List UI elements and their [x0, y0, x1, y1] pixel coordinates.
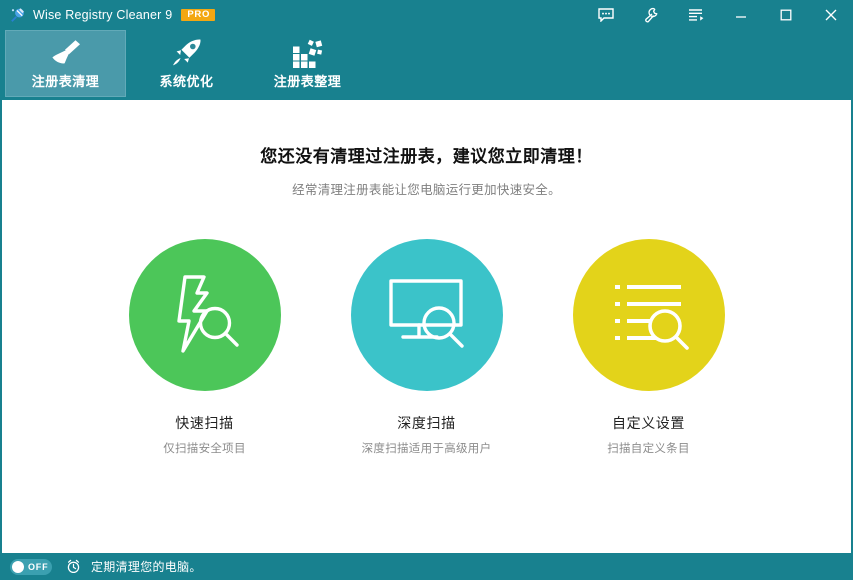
- scan-options: 快速扫描 仅扫描安全项目 深度扫描 深度扫描适用于高级用户 自定义设置 扫描自定…: [2, 239, 851, 456]
- deep-scan-label: 深度扫描: [397, 415, 456, 431]
- deep-scan-button[interactable]: [350, 239, 503, 391]
- status-text: 定期清理您的电脑。: [91, 560, 202, 574]
- tab-label: 系统优化: [159, 73, 214, 89]
- schedule-toggle[interactable]: OFF: [10, 558, 52, 575]
- minimize-icon[interactable]: [718, 0, 763, 30]
- quick-scan-option[interactable]: 快速扫描 仅扫描安全项目: [128, 239, 281, 456]
- window-controls: [583, 0, 853, 30]
- page-subheadline: 经常清理注册表能让您电脑运行更加快速安全。: [292, 183, 561, 197]
- wrench-icon[interactable]: [628, 0, 673, 30]
- maximize-icon[interactable]: [763, 0, 808, 30]
- window-title: Wise Registry Cleaner 9: [33, 8, 173, 22]
- tab-label: 注册表整理: [273, 73, 342, 89]
- lightning-search-icon: [159, 267, 251, 364]
- broom-icon: [46, 38, 86, 68]
- toggle-state-label: OFF: [28, 561, 49, 572]
- deep-scan-desc: 深度扫描适用于高级用户: [361, 443, 492, 455]
- deep-scan-option[interactable]: 深度扫描 深度扫描适用于高级用户: [350, 239, 503, 456]
- rocket-icon: [167, 38, 207, 68]
- custom-settings-label: 自定义设置: [612, 415, 685, 431]
- alarm-clock-icon: [66, 559, 81, 574]
- page-headline: 您还没有清理过注册表，建议您立即清理！: [260, 147, 593, 166]
- quick-scan-button[interactable]: [128, 239, 281, 391]
- application-window: Wise Registry Cleaner 9 PRO 注册表清理 系统优化 注…: [0, 0, 853, 580]
- list-search-icon: [603, 267, 695, 364]
- tab-registry-cleaner[interactable]: 注册表清理: [5, 30, 126, 97]
- pro-badge: PRO: [181, 8, 216, 22]
- tab-registry-defrag[interactable]: 注册表整理: [247, 30, 368, 97]
- close-icon[interactable]: [808, 0, 853, 30]
- quick-scan-desc: 仅扫描安全项目: [163, 443, 246, 455]
- custom-settings-desc: 扫描自定义条目: [607, 443, 690, 455]
- quick-scan-label: 快速扫描: [175, 415, 234, 431]
- status-bar: OFF 定期清理您的电脑。: [0, 553, 853, 580]
- menu-list-icon[interactable]: [673, 0, 718, 30]
- tab-label: 注册表清理: [31, 73, 100, 89]
- custom-settings-button[interactable]: [572, 239, 725, 391]
- toggle-knob: [12, 560, 24, 573]
- main-content: 您还没有清理过注册表，建议您立即清理！ 经常清理注册表能让您电脑运行更加快速安全…: [2, 100, 851, 553]
- feedback-icon[interactable]: [583, 0, 628, 30]
- custom-settings-option[interactable]: 自定义设置 扫描自定义条目: [572, 239, 725, 456]
- tab-system-optimize[interactable]: 系统优化: [126, 30, 247, 97]
- tab-strip: 注册表清理 系统优化 注册表整理: [0, 30, 853, 100]
- monitor-search-icon: [381, 267, 473, 364]
- wise-registry-cleaner-icon: [8, 6, 26, 24]
- defrag-icon: [288, 38, 328, 68]
- title-bar: Wise Registry Cleaner 9 PRO: [0, 0, 853, 30]
